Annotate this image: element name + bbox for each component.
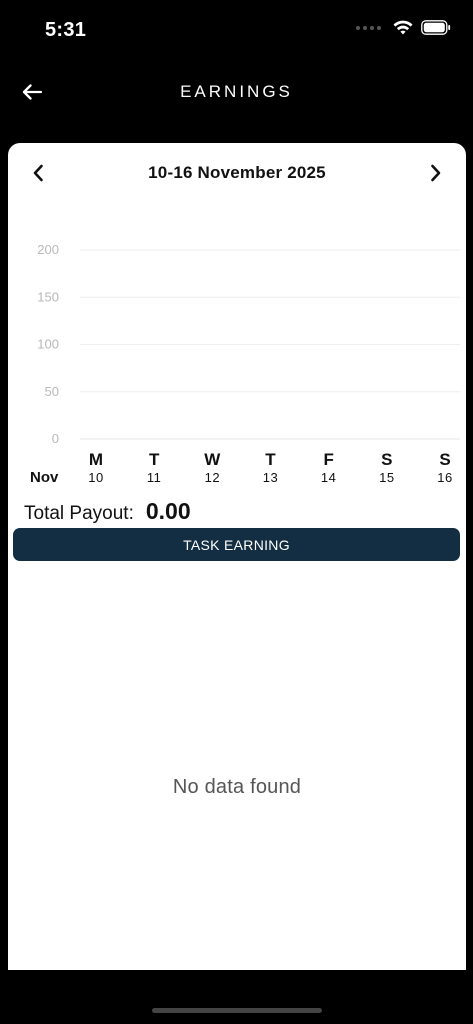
week-navigator: 10-16 November 2025 (8, 143, 466, 203)
x-day-label: T (149, 450, 160, 469)
x-day-label: S (439, 450, 450, 469)
earnings-chart-svg: 050100150200M10T11W12T13F14S15S16Nov (30, 242, 460, 486)
total-payout: Total Payout: 0.00 (24, 498, 191, 525)
x-date-label: 10 (88, 470, 103, 485)
y-tick-label: 50 (45, 384, 59, 399)
status-time: 5:31 (45, 19, 87, 41)
app-header: EARNINGS (0, 60, 473, 122)
signal-icon (356, 25, 381, 30)
status-icons (356, 20, 451, 35)
x-date-label: 14 (321, 470, 336, 485)
wifi-icon (393, 20, 413, 35)
x-date-label: 11 (147, 470, 162, 485)
next-week-button[interactable] (424, 161, 448, 185)
y-tick-label: 100 (37, 337, 59, 352)
page-title: EARNINGS (180, 82, 293, 101)
home-indicator (152, 1008, 322, 1013)
x-day-label: T (265, 450, 276, 469)
x-date-label: 13 (263, 470, 278, 485)
x-date-label: 15 (379, 470, 394, 485)
x-date-label: 16 (437, 470, 452, 485)
task-earning-tab[interactable]: TASK EARNING (13, 528, 460, 561)
y-tick-label: 200 (37, 242, 59, 257)
x-day-label: M (89, 450, 103, 469)
total-payout-label: Total Payout: (24, 503, 134, 524)
x-date-label: 12 (205, 470, 220, 485)
x-day-label: F (323, 450, 333, 469)
battery-icon (421, 20, 451, 35)
y-tick-label: 150 (37, 289, 59, 304)
status-bar: 5:31 (0, 0, 473, 60)
week-range-label: 10-16 November 2025 (148, 163, 326, 182)
earnings-card: 10-16 November 2025 0 50 100 150 200 M 10 T 11 W 1… (8, 143, 466, 970)
x-day-label: S (381, 450, 392, 469)
earnings-chart: 0 50 100 150 200 M 10 T 11 W 12 T 13 F 14 S 15 S 16 Nov (8, 223, 466, 493)
month-label: Nov (30, 469, 59, 486)
total-payout-value: 0.00 (145, 498, 191, 524)
y-tick-label: 0 (52, 431, 59, 446)
x-day-label: W (204, 450, 221, 469)
empty-state-message: No data found (172, 776, 302, 798)
chevron-right-icon (431, 164, 441, 182)
